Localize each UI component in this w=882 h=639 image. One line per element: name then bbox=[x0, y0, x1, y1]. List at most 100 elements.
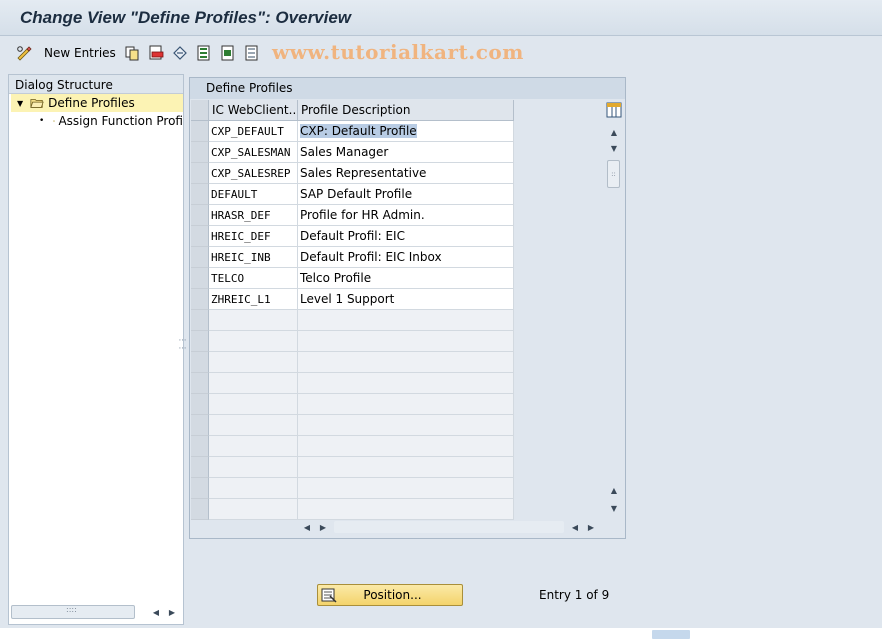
row-selector[interactable] bbox=[191, 415, 209, 436]
row-selector[interactable] bbox=[191, 205, 209, 226]
display-change-button[interactable] bbox=[16, 43, 32, 63]
scroll-thumb[interactable]: :: bbox=[607, 160, 620, 188]
row-selector[interactable] bbox=[191, 352, 209, 373]
table-vertical-scrollbar[interactable]: ▲ ▼ :: ▲ ▼ bbox=[605, 100, 623, 518]
empty-table-row[interactable] bbox=[191, 331, 514, 352]
new-entries-button[interactable]: New Entries bbox=[44, 43, 116, 63]
profile-cell[interactable]: ZHREIC_L1 bbox=[209, 289, 298, 310]
table-row[interactable]: TELCO Telco Profile bbox=[191, 268, 514, 289]
undo-change-button[interactable] bbox=[172, 43, 188, 63]
scroll-left-icon[interactable]: ◀ bbox=[302, 521, 312, 533]
table-row[interactable]: ZHREIC_L1 Level 1 Support bbox=[191, 289, 514, 310]
empty-table-row[interactable] bbox=[191, 457, 514, 478]
left-horizontal-scrollbar[interactable]: :::: ◀ ▶ bbox=[11, 604, 181, 620]
table-row[interactable]: HREIC_DEF Default Profil: EIC bbox=[191, 226, 514, 247]
row-selector[interactable] bbox=[191, 436, 209, 457]
profile-cell[interactable] bbox=[209, 394, 298, 415]
description-cell[interactable] bbox=[298, 331, 514, 352]
row-selector[interactable] bbox=[191, 142, 209, 163]
profile-cell[interactable]: CXP_DEFAULT bbox=[209, 121, 298, 142]
profile-cell[interactable] bbox=[209, 436, 298, 457]
scroll-left-icon[interactable]: ◀ bbox=[570, 521, 580, 533]
expand-triangle-icon[interactable]: ▼ bbox=[17, 99, 23, 108]
table-row[interactable]: DEFAULT SAP Default Profile bbox=[191, 184, 514, 205]
description-cell[interactable]: SAP Default Profile bbox=[298, 184, 514, 205]
delete-button[interactable] bbox=[148, 43, 164, 63]
scroll-right-icon[interactable]: ▶ bbox=[318, 521, 328, 533]
scroll-track[interactable] bbox=[334, 521, 564, 533]
row-selector[interactable] bbox=[191, 289, 209, 310]
empty-table-row[interactable] bbox=[191, 373, 514, 394]
table-row[interactable]: CXP_DEFAULT CXP: Default Profile bbox=[191, 121, 514, 142]
row-selector[interactable] bbox=[191, 268, 209, 289]
select-all-rows-cell[interactable] bbox=[191, 100, 209, 121]
scroll-right-icon[interactable]: ▶ bbox=[586, 521, 596, 533]
description-cell[interactable] bbox=[298, 352, 514, 373]
row-selector[interactable] bbox=[191, 226, 209, 247]
description-cell[interactable]: Default Profil: EIC bbox=[298, 226, 514, 247]
description-cell[interactable]: Telco Profile bbox=[298, 268, 514, 289]
description-cell[interactable]: CXP: Default Profile bbox=[298, 121, 514, 142]
deselect-all-button[interactable] bbox=[244, 43, 260, 63]
scroll-down-bottom-icon[interactable]: ▼ bbox=[609, 502, 619, 514]
scroll-up-icon[interactable]: ▲ bbox=[609, 126, 619, 138]
description-cell[interactable]: Profile for HR Admin. bbox=[298, 205, 514, 226]
row-selector[interactable] bbox=[191, 457, 209, 478]
profile-cell[interactable]: CXP_SALESREP bbox=[209, 163, 298, 184]
profile-cell[interactable] bbox=[209, 415, 298, 436]
select-all-button[interactable] bbox=[196, 43, 212, 63]
scroll-down-icon[interactable]: ▼ bbox=[609, 142, 619, 154]
splitter-handle[interactable]: ⋮⋮ bbox=[178, 336, 187, 354]
description-cell[interactable] bbox=[298, 373, 514, 394]
empty-table-row[interactable] bbox=[191, 415, 514, 436]
row-selector[interactable] bbox=[191, 499, 209, 520]
row-selector[interactable] bbox=[191, 394, 209, 415]
description-cell[interactable]: Default Profil: EIC Inbox bbox=[298, 247, 514, 268]
tree-item-define-profiles[interactable]: ▼ Define Profiles bbox=[11, 94, 183, 112]
scroll-right-icon[interactable]: ▶ bbox=[167, 606, 177, 618]
description-cell[interactable] bbox=[298, 310, 514, 331]
copy-as-button[interactable] bbox=[124, 43, 140, 63]
description-cell[interactable] bbox=[298, 415, 514, 436]
profile-cell[interactable] bbox=[209, 373, 298, 394]
row-selector[interactable] bbox=[191, 247, 209, 268]
row-selector[interactable] bbox=[191, 478, 209, 499]
select-block-button[interactable] bbox=[220, 43, 236, 63]
row-selector[interactable] bbox=[191, 121, 209, 142]
column-header-description[interactable]: Profile Description bbox=[298, 100, 514, 121]
column-header-profile[interactable]: IC WebClient... bbox=[209, 100, 298, 121]
position-button[interactable]: Position... bbox=[317, 584, 463, 606]
profile-cell[interactable]: DEFAULT bbox=[209, 184, 298, 205]
table-horizontal-scrollbar[interactable]: ◀ ▶ ◀ ▶ bbox=[298, 519, 603, 535]
profile-cell[interactable]: TELCO bbox=[209, 268, 298, 289]
profile-cell[interactable]: HREIC_INB bbox=[209, 247, 298, 268]
profile-cell[interactable] bbox=[209, 457, 298, 478]
table-row[interactable]: HREIC_INB Default Profil: EIC Inbox bbox=[191, 247, 514, 268]
scroll-track[interactable]: :::: bbox=[11, 605, 135, 619]
profile-cell[interactable] bbox=[209, 499, 298, 520]
row-selector[interactable] bbox=[191, 373, 209, 394]
column-settings-icon[interactable] bbox=[606, 102, 622, 118]
description-cell[interactable]: Sales Manager bbox=[298, 142, 514, 163]
empty-table-row[interactable] bbox=[191, 394, 514, 415]
description-cell[interactable] bbox=[298, 436, 514, 457]
profile-cell[interactable] bbox=[209, 478, 298, 499]
description-cell[interactable]: Level 1 Support bbox=[298, 289, 514, 310]
table-row[interactable]: CXP_SALESREP Sales Representative bbox=[191, 163, 514, 184]
description-cell[interactable] bbox=[298, 499, 514, 520]
tree-item-assign-function-profiles[interactable]: • Assign Function Profi bbox=[11, 112, 183, 130]
table-row[interactable]: HRASR_DEF Profile for HR Admin. bbox=[191, 205, 514, 226]
description-cell[interactable] bbox=[298, 478, 514, 499]
description-cell[interactable] bbox=[298, 457, 514, 478]
profile-cell[interactable] bbox=[209, 352, 298, 373]
profile-cell[interactable]: HREIC_DEF bbox=[209, 226, 298, 247]
profile-cell[interactable]: CXP_SALESMAN bbox=[209, 142, 298, 163]
row-selector[interactable] bbox=[191, 184, 209, 205]
empty-table-row[interactable] bbox=[191, 352, 514, 373]
row-selector[interactable] bbox=[191, 331, 209, 352]
row-selector[interactable] bbox=[191, 310, 209, 331]
empty-table-row[interactable] bbox=[191, 478, 514, 499]
empty-table-row[interactable] bbox=[191, 436, 514, 457]
empty-table-row[interactable] bbox=[191, 310, 514, 331]
profile-cell[interactable] bbox=[209, 310, 298, 331]
